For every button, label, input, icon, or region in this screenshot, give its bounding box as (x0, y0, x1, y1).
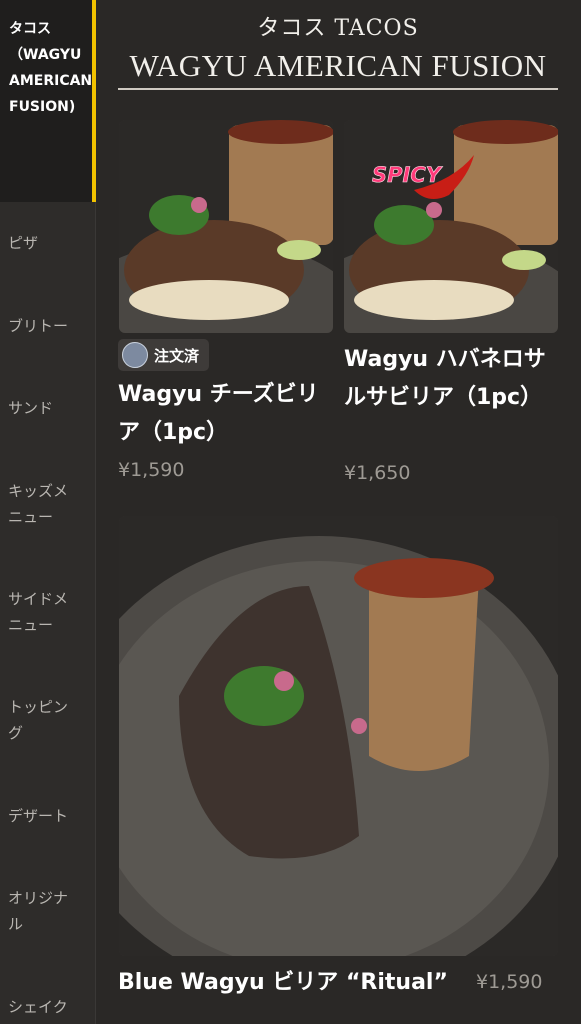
sidebar-item-original[interactable]: オリジナル (0, 885, 90, 937)
product-price: ¥1,590 (118, 459, 185, 481)
product-name[interactable]: Blue Wagyu ビリア “Ritual” (118, 964, 478, 1002)
sidebar-item-label: オリジナル (8, 889, 69, 933)
sidebar-item-label: ピザ (8, 234, 39, 252)
sidebar-item-kids-menu[interactable]: キッズメニュー (0, 478, 90, 530)
sidebar-item-label: サンド (8, 399, 54, 417)
sidebar-item-label: デザート (8, 807, 69, 825)
product-image[interactable]: SPICY (344, 120, 558, 333)
product-price: ¥1,650 (344, 462, 411, 484)
birria-taco-photo (119, 120, 333, 333)
blue-wagyu-birria-photo (119, 516, 558, 956)
sidebar-item-topping[interactable]: トッピング (0, 694, 90, 746)
avatar (122, 342, 148, 368)
ordered-badge: 注文済 (118, 339, 210, 371)
product-image[interactable] (119, 120, 333, 333)
section-title-en: WAGYU AMERICAN FUSION (129, 48, 547, 83)
sidebar-item-dessert[interactable]: デザート (0, 803, 96, 829)
sidebar-item-label: サイドメニュー (8, 590, 69, 634)
category-sidebar: タコス（WAGYU AMERICAN FUSION) ピザ ブリトー サンド キ… (0, 0, 96, 1024)
section-title-jp: タコス TACOS (257, 16, 419, 41)
product-price: ¥1,590 (476, 971, 543, 993)
sidebar-item-shake[interactable]: シェイク (0, 994, 96, 1020)
product-name[interactable]: Wagyu ハバネロサルサビリア（1pc） (344, 341, 558, 417)
product-name[interactable]: Wagyu チーズビリア（1pc） (118, 376, 328, 452)
spicy-label: SPICY (372, 163, 443, 187)
sidebar-item-label: ブリトー (8, 317, 69, 335)
sidebar-item-tacos[interactable]: タコス（WAGYU AMERICAN FUSION) (0, 0, 96, 202)
sidebar-item-side-menu[interactable]: サイドメニュー (0, 586, 90, 638)
sidebar-item-label: シェイク (8, 998, 68, 1016)
sidebar-item-burrito[interactable]: ブリトー (0, 313, 96, 339)
product-image[interactable] (119, 516, 558, 956)
sidebar-item-pizza[interactable]: ピザ (0, 230, 96, 256)
header-divider (118, 88, 558, 90)
sidebar-item-sandwich[interactable]: サンド (0, 395, 96, 421)
sidebar-item-label: トッピング (8, 698, 69, 742)
sidebar-item-label: キッズメニュー (8, 482, 69, 526)
spicy-birria-taco-photo: SPICY (344, 120, 558, 333)
ordered-badge-label: 注文済 (154, 346, 200, 365)
sidebar-item-label: タコス（WAGYU AMERICAN FUSION) (9, 21, 93, 115)
